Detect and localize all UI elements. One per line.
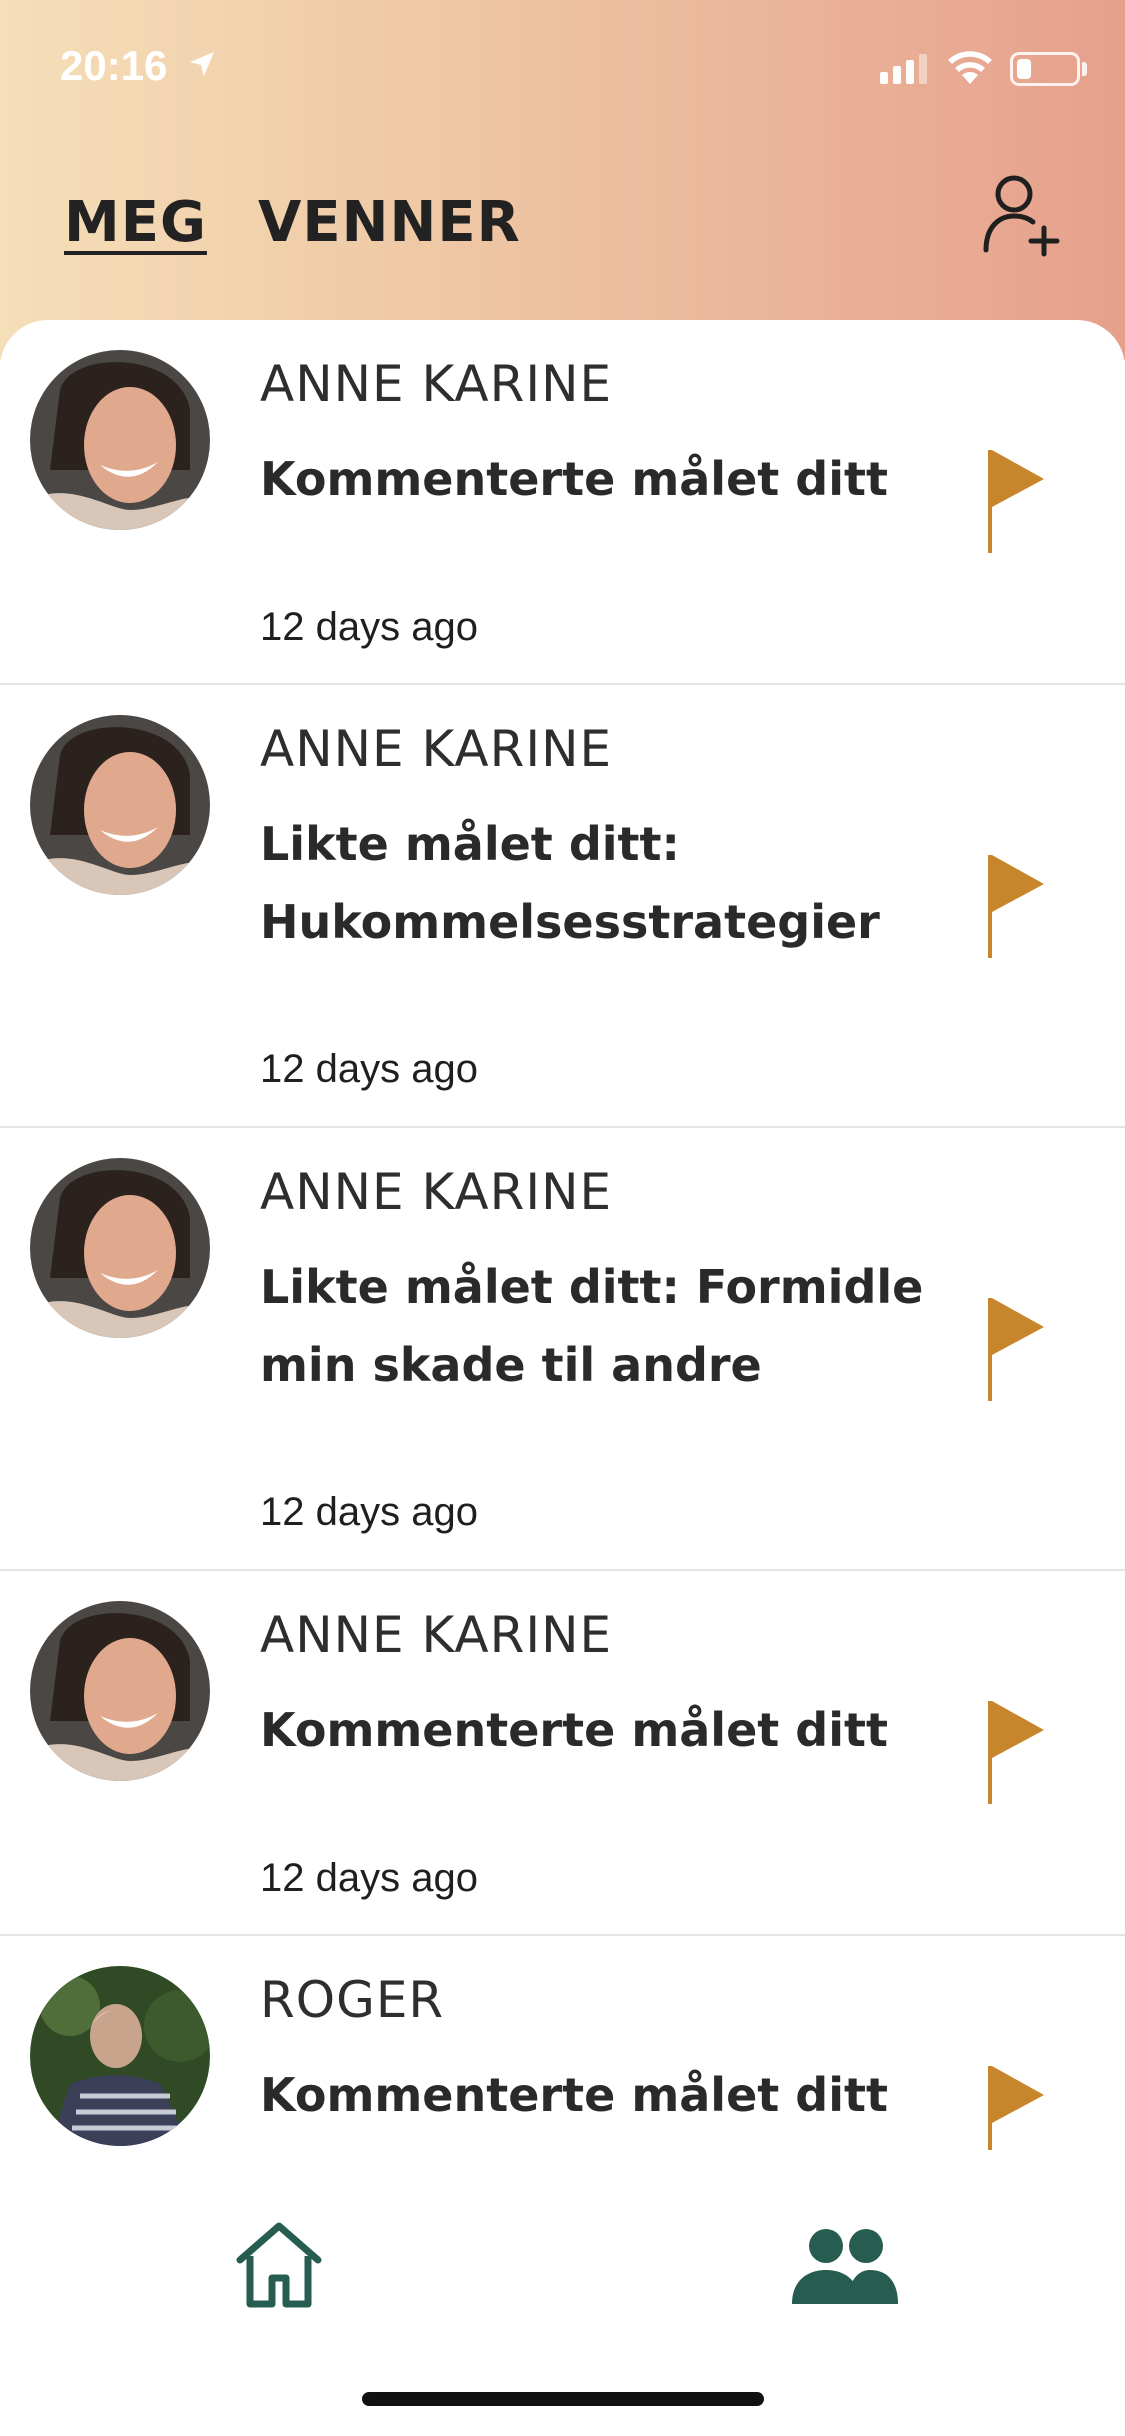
friends-icon[interactable] [790, 2226, 900, 2306]
friend-name: ANNE KARINE [260, 355, 613, 413]
timestamp: 12 days ago [260, 605, 478, 649]
activity-feed: ANNE KARINE Kommenterte målet ditt 12 da… [0, 320, 1125, 2150]
cellular-signal-icon [880, 54, 927, 84]
activity-text: Kommenterte målet ditt [260, 452, 888, 506]
feed-item[interactable]: ANNE KARINE Kommenterte målet ditt 12 da… [0, 320, 1125, 685]
battery-tip [1082, 62, 1087, 76]
activity-text: Likte målet ditt: Formidle min skade til… [260, 1260, 924, 1392]
timestamp: 12 days ago [260, 1856, 478, 1900]
friend-name: ANNE KARINE [260, 720, 613, 778]
goal-flag-icon [988, 2066, 1044, 2150]
avatar [30, 350, 210, 530]
feed-item[interactable]: ANNE KARINE Likte målet ditt: Hukommelse… [0, 685, 1125, 1128]
status-time: 20:16 [60, 42, 168, 89]
feed-item[interactable]: ANNE KARINE Likte målet ditt: Formidle m… [0, 1128, 1125, 1571]
friend-name: ROGER [260, 1971, 445, 2029]
add-friend-icon[interactable] [980, 170, 1060, 260]
avatar [30, 1158, 210, 1338]
goal-flag-icon [988, 450, 1044, 553]
home-indicator [362, 2392, 764, 2406]
timestamp: 12 days ago [260, 1047, 478, 1091]
friend-name: ANNE KARINE [260, 1163, 613, 1221]
activity-text: Kommenterte målet ditt [260, 1703, 888, 1757]
goal-flag-icon [988, 1298, 1044, 1401]
avatar [30, 1601, 210, 1781]
timestamp: 12 days ago [260, 1490, 478, 1534]
tab-meg[interactable]: MEG [64, 190, 207, 255]
avatar [30, 1966, 210, 2146]
location-arrow-icon [190, 52, 214, 76]
activity-text: Kommenterte målet ditt [260, 2068, 888, 2122]
friend-name: ANNE KARINE [260, 1606, 613, 1664]
home-icon[interactable] [234, 2220, 324, 2310]
activity-text: Likte målet ditt: Hukommelsesstrategier [260, 817, 880, 949]
tab-venner[interactable]: VENNER [258, 190, 521, 255]
feed-item[interactable]: ROGER Kommenterte målet ditt [0, 1936, 1125, 2150]
goal-flag-icon [988, 1701, 1044, 1804]
avatar [30, 715, 210, 895]
battery-icon [1010, 52, 1080, 86]
goal-flag-icon [988, 855, 1044, 958]
feed-item[interactable]: ANNE KARINE Kommenterte målet ditt 12 da… [0, 1571, 1125, 1936]
wifi-icon [948, 51, 992, 84]
bottom-navigation [0, 2150, 1125, 2436]
